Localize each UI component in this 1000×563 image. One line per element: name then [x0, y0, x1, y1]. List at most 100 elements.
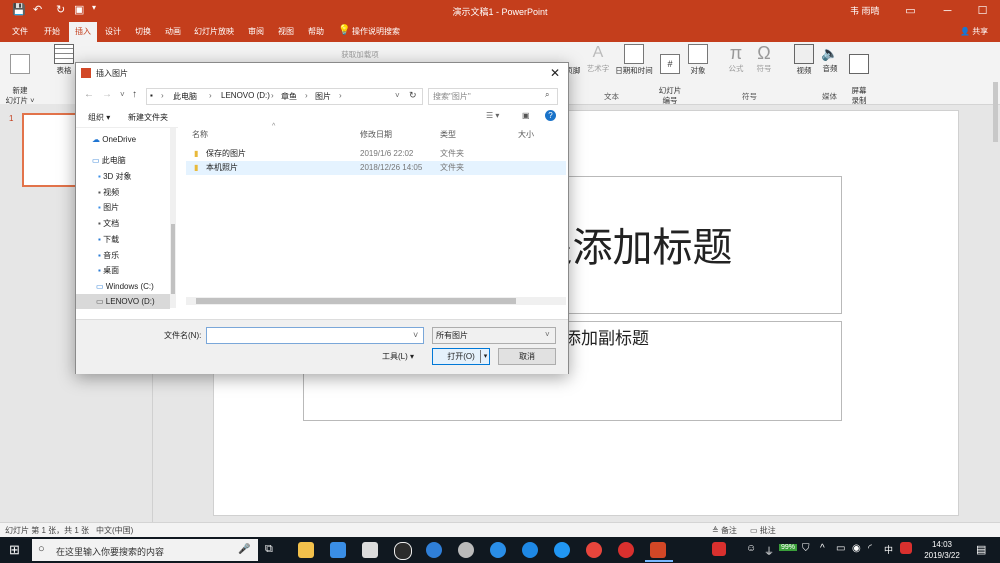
share-button[interactable]: 👤 共享 [960, 22, 988, 42]
audio-button[interactable]: 🔈 音频 [818, 44, 842, 74]
chevron-up-icon[interactable]: ^ [820, 543, 825, 554]
nav-item-music[interactable]: ▪ 音乐 [76, 248, 170, 263]
tab-design[interactable]: 设计 [99, 22, 127, 42]
task-view-icon[interactable]: ⧉ [265, 543, 273, 556]
breadcrumb-zhangyu[interactable]: 章鱼 [281, 91, 297, 102]
filename-input[interactable]: ˅ [206, 327, 424, 344]
comments-button[interactable]: ▭ 批注 [750, 525, 776, 536]
table-row[interactable]: ▮ 保存的图片 2019/1/6 22:02 文件夹 [186, 147, 566, 161]
windows-start-icon[interactable]: ⊞ [9, 542, 20, 558]
nav-item-3d-objects[interactable]: ▪ 3D 对象 [76, 169, 170, 184]
column-header-name[interactable]: 名称 [192, 129, 208, 140]
settings-gear-icon[interactable] [458, 542, 474, 558]
tab-animations[interactable]: 动画 [159, 22, 187, 42]
tools-button[interactable]: 工具(L) ▾ [382, 351, 414, 362]
cancel-button[interactable]: 取消 [498, 348, 556, 365]
qq-browser-icon[interactable] [522, 542, 538, 558]
maximize-icon[interactable]: ☐ [965, 0, 1000, 22]
column-header-size[interactable]: 大小 [518, 129, 534, 140]
dialog-search-box[interactable]: 搜索"图片" ⌕ [428, 88, 558, 105]
nav-item-onedrive[interactable]: ☁ OneDrive [76, 132, 170, 147]
tab-view[interactable]: 视图 [272, 22, 300, 42]
power-plug-icon[interactable]: ⏚ [764, 543, 774, 558]
wifi-icon[interactable]: ◜ [868, 543, 872, 554]
breadcrumb-drive[interactable]: LENOVO (D:) [221, 91, 270, 100]
tab-review[interactable]: 审阅 [242, 22, 270, 42]
column-header-type[interactable]: 类型 [440, 129, 456, 140]
nav-item-lenovo-d[interactable]: ▭ LENOVO (D:) [76, 294, 170, 309]
tab-home[interactable]: 开始 [38, 22, 66, 42]
address-bar[interactable]: ▪ › 此电脑 › LENOVO (D:) › 章鱼 › 图片 › ˅ ↻ [146, 88, 423, 105]
table-row[interactable]: ▮ 本机照片 2018/12/26 14:05 文件夹 [186, 161, 566, 175]
file-explorer-icon[interactable] [298, 542, 314, 558]
nav-item-documents[interactable]: ▪ 文档 [76, 216, 170, 231]
search-icon[interactable]: ⌕ [545, 90, 549, 100]
powerpoint-taskbar-icon[interactable] [650, 542, 666, 558]
tab-slideshow[interactable]: 幻灯片放映 [188, 22, 240, 42]
slide-number-button[interactable]: # 幻灯片 编号 [656, 44, 684, 106]
equation-button[interactable]: π 公式 [724, 44, 748, 74]
user-name[interactable]: 韦 雨晴 [850, 4, 880, 17]
tab-transitions[interactable]: 切换 [129, 22, 157, 42]
taskbar-search-box[interactable]: ○ 在这里输入你要搜索的内容 🎤 [32, 539, 258, 561]
back-arrow-icon[interactable]: ← [84, 89, 94, 100]
clock-app-icon[interactable] [426, 542, 442, 558]
nav-item-pictures[interactable]: ▪ 图片 [76, 200, 170, 215]
file-list-hscrollbar[interactable] [186, 297, 566, 305]
nav-scrollbar[interactable] [170, 128, 176, 308]
media-player-icon[interactable] [394, 542, 412, 560]
nav-scrollbar-thumb[interactable] [171, 224, 175, 294]
battery-badge[interactable]: 99% [779, 544, 798, 551]
forward-arrow-icon[interactable]: → [102, 89, 112, 100]
filetype-select[interactable]: 所有图片 ˅ [432, 327, 556, 344]
breadcrumb-this-pc[interactable]: 此电脑 [173, 91, 197, 102]
wechat-tray-icon[interactable]: ◉ [852, 543, 861, 554]
symbol-button[interactable]: Ω 符号 [752, 44, 776, 74]
close-icon[interactable]: ✕ [550, 66, 560, 80]
battery-icon[interactable]: ▭ [836, 543, 845, 554]
tell-me-search[interactable]: 操作说明搜索 [346, 22, 406, 42]
nav-item-downloads[interactable]: ▪ 下载 [76, 232, 170, 247]
tab-insert[interactable]: 插入 [69, 22, 97, 42]
screen-record-button[interactable]: 屏幕 录制 [846, 44, 872, 106]
input-method-indicator[interactable]: 中 [884, 543, 893, 556]
refresh-icon[interactable]: ↻ [409, 90, 417, 101]
sogou-ime-icon[interactable] [900, 542, 912, 554]
object-button[interactable]: 对象 [686, 44, 710, 76]
nav-item-this-pc[interactable]: ▭ 此电脑 [76, 153, 170, 168]
address-dropdown-icon[interactable]: ˅ [395, 91, 400, 100]
mail-icon[interactable] [362, 542, 378, 558]
security-icon[interactable]: ⛉ [802, 543, 810, 554]
video-button[interactable]: 视频 [792, 44, 816, 76]
ribbon-display-icon[interactable]: ▭ [893, 0, 928, 22]
tab-help[interactable]: 帮助 [302, 22, 330, 42]
new-slide-button[interactable]: 新建 幻灯片 ˅ [4, 44, 36, 106]
tab-file[interactable]: 文件 [6, 22, 34, 42]
open-dropdown-icon[interactable]: ▾ [480, 350, 490, 363]
new-folder-button[interactable]: 新建文件夹 [128, 112, 168, 123]
ribbon-scrollbar[interactable] [993, 82, 998, 142]
taskbar-clock[interactable]: 14:03 2019/3/22 [920, 539, 964, 561]
sogou-tray-icon[interactable] [712, 542, 726, 556]
chevron-down-icon[interactable]: ˅ [413, 330, 418, 340]
hscrollbar-thumb[interactable] [196, 298, 516, 304]
get-addins-button[interactable]: 获取加载项 [330, 50, 390, 60]
table-button[interactable]: 表格 [50, 44, 78, 76]
recent-locations-icon[interactable]: ˅ [120, 90, 125, 99]
wordart-button[interactable]: A 艺术字 [585, 44, 611, 74]
chrome-icon[interactable] [586, 542, 602, 558]
edge-browser-icon[interactable] [490, 542, 506, 558]
minimize-icon[interactable]: ─ [930, 0, 965, 22]
up-arrow-icon[interactable]: ↑ [132, 89, 137, 100]
language-indicator[interactable]: 中文(中国) [96, 525, 133, 536]
people-icon[interactable]: ☺ [746, 543, 756, 554]
microphone-icon[interactable]: 🎤 [238, 544, 250, 555]
preview-pane-icon[interactable]: ▣ [522, 111, 530, 120]
breadcrumb-pictures[interactable]: 图片 [315, 91, 331, 102]
column-header-date[interactable]: 修改日期 [360, 129, 392, 140]
view-options-icon[interactable]: ☰ ▾ [486, 111, 499, 120]
notification-center-icon[interactable]: ▤ [976, 543, 986, 556]
notes-button[interactable]: ≜ 备注 [712, 525, 737, 536]
store-icon[interactable] [330, 542, 346, 558]
organize-button[interactable]: 组织 ▾ [88, 112, 110, 123]
